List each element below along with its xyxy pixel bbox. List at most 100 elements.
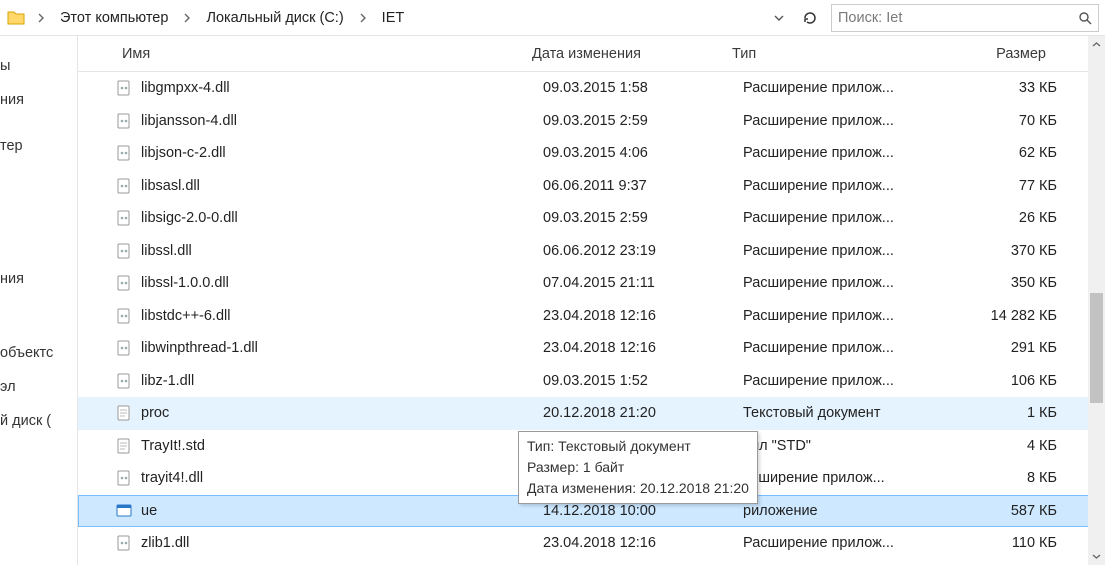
folder-icon	[4, 6, 28, 30]
file-row[interactable]: libz-1.dll09.03.2015 1:52Расширение прил…	[78, 365, 1105, 398]
file-name: libsigc-2.0-0.dll	[135, 210, 543, 226]
file-type: Расширение прилож...	[743, 340, 943, 356]
file-icon	[113, 535, 135, 551]
file-size: 8 КБ	[943, 470, 1063, 486]
file-row[interactable]: libstdc++-6.dll23.04.2018 12:16Расширени…	[78, 300, 1105, 333]
file-icon	[113, 243, 135, 259]
file-name: libz-1.dll	[135, 373, 543, 389]
search-input[interactable]: Поиск: Iet	[831, 4, 1099, 32]
nav-item[interactable]: ы	[0, 50, 77, 84]
file-name: libgmpxx-4.dll	[135, 80, 543, 96]
file-type: Расширение прилож...	[743, 80, 943, 96]
file-icon	[113, 340, 135, 356]
file-icon	[113, 210, 135, 226]
file-name: libssl-1.0.0.dll	[135, 275, 543, 291]
address-dropdown[interactable]	[767, 5, 789, 31]
file-size: 62 КБ	[943, 145, 1063, 161]
breadcrumb-current-folder[interactable]: IET	[376, 8, 411, 28]
file-row[interactable]: libjson-c-2.dll09.03.2015 4:06Расширение…	[78, 137, 1105, 170]
file-icon	[113, 373, 135, 389]
file-row[interactable]: libsasl.dll06.06.2011 9:37Расширение при…	[78, 170, 1105, 203]
col-date[interactable]: Дата изменения	[532, 46, 732, 62]
nav-item[interactable]: ния	[0, 263, 77, 297]
scroll-thumb[interactable]	[1090, 293, 1103, 403]
file-icon	[113, 438, 135, 454]
file-type: Расширение прилож...	[743, 210, 943, 226]
file-size: 106 КБ	[943, 373, 1063, 389]
column-headers: Имя Дата изменения Тип Размер	[78, 36, 1105, 72]
file-size: 1 КБ	[943, 405, 1063, 421]
chevron-right-icon[interactable]	[32, 13, 50, 23]
nav-item[interactable]: тер	[0, 130, 77, 164]
file-date: 09.03.2015 4:06	[543, 145, 743, 161]
file-type: Расширение прилож...	[743, 145, 943, 161]
file-type: Расширение прилож...	[743, 373, 943, 389]
file-name: proc	[135, 405, 543, 421]
file-icon	[113, 145, 135, 161]
file-icon	[113, 275, 135, 291]
scroll-up-button[interactable]	[1088, 36, 1105, 53]
file-size: 26 КБ	[943, 210, 1063, 226]
nav-item[interactable]: объектс	[0, 337, 77, 371]
file-type: Расширение прилож...	[743, 243, 943, 259]
file-name: libjansson-4.dll	[135, 113, 543, 129]
file-type: Расширение прилож...	[743, 308, 943, 324]
scroll-down-button[interactable]	[1088, 548, 1105, 565]
file-size: 110 КБ	[943, 535, 1063, 551]
file-size: 4 КБ	[943, 438, 1063, 454]
file-icon	[113, 308, 135, 324]
file-date: 14.12.2018 10:00	[543, 503, 743, 519]
file-type: Расширение прилож...	[743, 178, 943, 194]
file-type: Расширение прилож...	[743, 275, 943, 291]
chevron-right-icon[interactable]	[354, 13, 372, 23]
breadcrumb-this-pc[interactable]: Этот компьютер	[54, 8, 174, 28]
file-list-area: Имя Дата изменения Тип Размер libgmpxx-4…	[78, 36, 1105, 565]
nav-item[interactable]: ния	[0, 84, 77, 118]
file-type: Текстовый документ	[743, 405, 943, 421]
file-type: риложение	[743, 503, 943, 519]
file-name: libssl.dll	[135, 243, 543, 259]
file-name: zlib1.dll	[135, 535, 543, 551]
file-date: 23.04.2018 12:16	[543, 340, 743, 356]
file-name: trayit4!.dll	[135, 470, 543, 486]
file-date: 23.04.2018 12:16	[543, 535, 743, 551]
file-icon	[113, 405, 135, 421]
file-row[interactable]: zlib1.dll23.04.2018 12:16Расширение прил…	[78, 527, 1105, 560]
breadcrumb-drive-c[interactable]: Локальный диск (C:)	[200, 8, 349, 28]
file-date: 07.04.2015 21:11	[543, 275, 743, 291]
nav-item[interactable]: эл	[0, 371, 77, 405]
file-row[interactable]: libjansson-4.dll09.03.2015 2:59Расширени…	[78, 105, 1105, 138]
file-size: 77 КБ	[943, 178, 1063, 194]
refresh-button[interactable]	[795, 3, 825, 33]
file-date: 09.03.2015 1:58	[543, 80, 743, 96]
file-row[interactable]: libgmpxx-4.dll09.03.2015 1:58Расширение …	[78, 72, 1105, 105]
tooltip-size: Размер: 1 байт	[527, 457, 749, 478]
file-size: 291 КБ	[943, 340, 1063, 356]
file-row[interactable]: libssl.dll06.06.2012 23:19Расширение при…	[78, 235, 1105, 268]
nav-item[interactable]: й диск (	[0, 405, 77, 439]
chevron-right-icon[interactable]	[178, 13, 196, 23]
file-name: TrayIt!.std	[135, 438, 543, 454]
col-type[interactable]: Тип	[732, 46, 932, 62]
file-row[interactable]: proc20.12.2018 21:20Текстовый документ1 …	[78, 397, 1105, 430]
file-date: 23.04.2018 12:16	[543, 308, 743, 324]
file-icon	[113, 113, 135, 129]
col-size[interactable]: Размер	[932, 46, 1052, 62]
file-type: айл "STD"	[743, 438, 943, 454]
col-name[interactable]: Имя	[112, 46, 532, 62]
scroll-track[interactable]	[1088, 53, 1105, 548]
file-name: libjson-c-2.dll	[135, 145, 543, 161]
file-icon	[113, 178, 135, 194]
file-row[interactable]: libwinpthread-1.dll23.04.2018 12:16Расши…	[78, 332, 1105, 365]
file-row[interactable]: libssl-1.0.0.dll07.04.2015 21:11Расширен…	[78, 267, 1105, 300]
search-icon	[1078, 11, 1092, 25]
file-icon	[113, 470, 135, 486]
file-date: 06.06.2012 23:19	[543, 243, 743, 259]
file-date: 09.03.2015 1:52	[543, 373, 743, 389]
nav-pane[interactable]: ы ния тер ния объектс эл й диск (	[0, 36, 78, 565]
file-size: 350 КБ	[943, 275, 1063, 291]
file-size: 33 КБ	[943, 80, 1063, 96]
tooltip-date: Дата изменения: 20.12.2018 21:20	[527, 478, 749, 499]
file-date: 20.12.2018 21:20	[543, 405, 743, 421]
file-row[interactable]: libsigc-2.0-0.dll09.03.2015 2:59Расширен…	[78, 202, 1105, 235]
